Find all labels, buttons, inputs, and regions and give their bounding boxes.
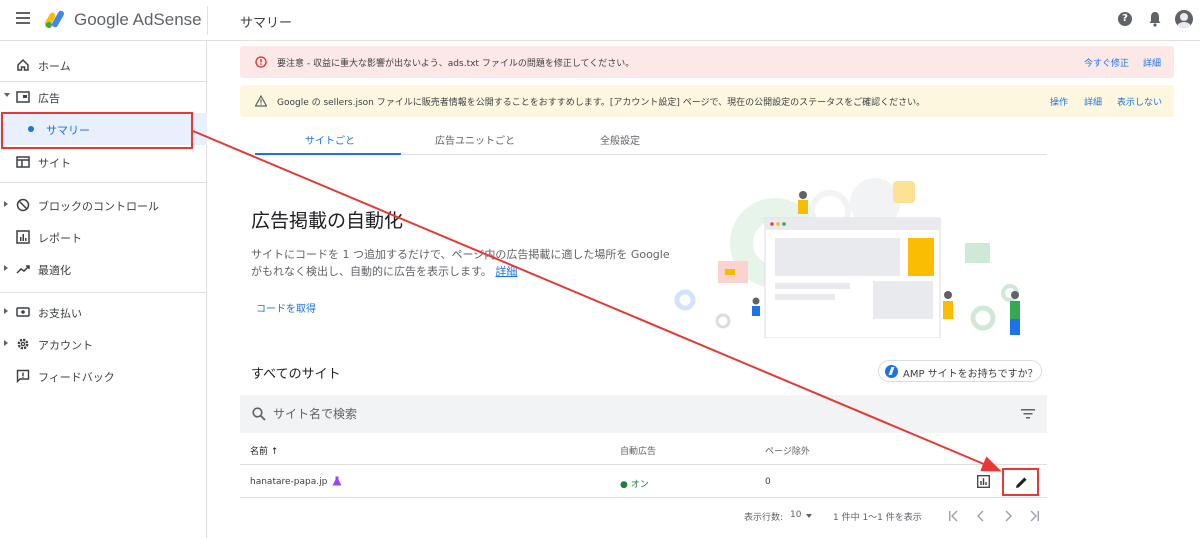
sidebar-item-feedback[interactable]: フィードバック — [0, 360, 207, 392]
learn-more-link[interactable]: 詳細 — [495, 265, 517, 278]
header-divider — [207, 6, 208, 35]
amp-chip-label: AMP サイトをお持ちですか？ — [903, 369, 1038, 380]
sidebar-item-ads[interactable]: 広告 — [0, 81, 207, 113]
sidebar-item-label: フィードバック — [38, 371, 115, 384]
annotation-highlight-summary — [1, 112, 193, 149]
auto-ads-illustration — [674, 178, 1020, 338]
edit-button-highlight[interactable] — [1002, 468, 1039, 496]
site-name-link[interactable]: hanatare-papa.jp — [250, 477, 327, 487]
adsense-logo-icon — [45, 10, 64, 28]
chevron-down-icon — [4, 93, 10, 97]
sidebar-item-home[interactable]: ホーム — [0, 49, 207, 81]
sidebar-item-label: サイト — [38, 157, 71, 170]
tab-by-site[interactable]: サイトごと — [305, 132, 355, 147]
first-page-icon[interactable] — [946, 508, 962, 524]
payment-icon — [16, 307, 30, 317]
help-icon[interactable]: ? — [1118, 12, 1132, 26]
alert-details-link[interactable]: 詳細 — [1084, 95, 1102, 108]
sellers-json-alert: Google の sellers.json ファイルに販売者情報を公開することを… — [240, 85, 1174, 117]
logo-text[interactable]: Google AdSense — [74, 10, 202, 30]
column-header-name[interactable]: 名前 ↑ — [250, 444, 278, 457]
tab-by-ad-unit[interactable]: 広告ユニットごと — [435, 132, 515, 147]
ads-icon — [16, 91, 30, 103]
search-input[interactable] — [273, 404, 873, 424]
page-title: サマリー — [240, 16, 293, 31]
chevron-right-icon — [4, 340, 8, 346]
sidebar-divider — [0, 182, 207, 183]
sidebar-item-optimize[interactable]: 最適化 — [0, 253, 207, 285]
error-icon — [255, 56, 267, 68]
report-icon — [16, 230, 30, 244]
alert-text: 要注意 - 収益に重大な影響が出ないよう、ads.txt ファイルの問題を修正し… — [277, 59, 635, 69]
sidebar-item-label: お支払い — [38, 307, 82, 320]
report-icon[interactable] — [977, 475, 990, 488]
auto-ads-status: ● オン — [620, 480, 649, 490]
sidebar-item-label: ブロックのコントロール — [38, 200, 159, 213]
get-code-button[interactable]: コードを取得 — [256, 300, 316, 315]
sidebar-item-block-controls[interactable]: ブロックのコントロール — [0, 189, 207, 221]
sidebar-item-label: アカウント — [38, 339, 93, 352]
flask-icon — [332, 476, 342, 486]
auto-ads-description: サイトにコードを 1 つ追加するだけで、ページ内の広告掲載に適した場所を Goo… — [251, 246, 671, 280]
feedback-icon — [16, 369, 30, 383]
all-sites-title: すべてのサイト — [251, 367, 341, 382]
alert-action-link[interactable]: 操作 — [1050, 95, 1068, 108]
sidebar-item-payments[interactable]: お支払い — [0, 296, 207, 328]
sidebar-item-label: 広告 — [38, 92, 60, 105]
column-header-auto-ads: 自動広告 — [620, 447, 657, 457]
chevron-right-icon — [4, 308, 8, 314]
alert-text: Google の sellers.json ファイルに販売者情報を公開することを… — [277, 98, 926, 108]
gear-icon — [17, 338, 29, 350]
last-page-icon[interactable] — [1026, 508, 1042, 524]
ads-txt-alert: 要注意 - 収益に重大な影響が出ないよう、ads.txt ファイルの問題を修正し… — [240, 46, 1174, 78]
page-range-text: 1 件中 1〜1 件を表示 — [833, 513, 922, 523]
edit-pencil-icon[interactable] — [1015, 476, 1028, 489]
bell-icon[interactable] — [1148, 11, 1162, 27]
sidebar-item-label: 最適化 — [38, 264, 71, 277]
column-header-excluded-pages: ページ除外 — [765, 447, 810, 457]
fix-now-link[interactable]: 今すぐ修正 — [1084, 56, 1129, 69]
table-row: hanatare-papa.jp ● オン 0 — [240, 465, 1047, 498]
block-icon — [16, 198, 30, 212]
rows-per-page-select[interactable]: 10 — [790, 510, 801, 520]
search-icon — [252, 407, 266, 421]
sidebar-item-sites[interactable]: サイト — [0, 146, 207, 178]
amp-sites-button[interactable]: AMP サイトをお持ちですか？ — [878, 360, 1042, 382]
sidebar-divider — [0, 292, 207, 293]
sidebar-item-label: ホーム — [38, 60, 71, 73]
chevron-right-icon — [4, 201, 8, 207]
alert-details-link[interactable]: 詳細 — [1143, 56, 1161, 69]
filter-icon[interactable] — [1021, 409, 1035, 419]
avatar[interactable] — [1175, 10, 1193, 28]
sidebar-item-account[interactable]: アカウント — [0, 328, 207, 360]
sidebar-item-reports[interactable]: レポート — [0, 221, 207, 253]
chevron-down-icon[interactable] — [806, 514, 812, 518]
trending-up-icon — [16, 265, 30, 274]
auto-ads-description-text: サイトにコードを 1 つ追加するだけで、ページ内の広告掲載に適した場所を Goo… — [251, 248, 670, 278]
warning-icon — [255, 95, 267, 107]
sites-table-header: 名前 ↑ 自動広告 ページ除外 — [240, 433, 1047, 465]
auto-ads-title: 広告掲載の自動化 — [251, 210, 404, 232]
home-icon — [17, 58, 29, 71]
active-tab-indicator — [255, 153, 401, 155]
dismiss-link[interactable]: 表示しない — [1117, 95, 1162, 108]
site-search-bar — [240, 395, 1047, 433]
sidebar-item-label: レポート — [38, 232, 82, 245]
next-page-icon[interactable] — [1000, 508, 1016, 524]
tab-global-settings[interactable]: 全般設定 — [600, 132, 640, 147]
pagination: 表示行数: 10 1 件中 1〜1 件を表示 — [740, 508, 1050, 526]
amp-icon — [885, 365, 898, 378]
tab-bar: サイトごと 広告ユニットごと 全般設定 — [255, 122, 1047, 155]
chevron-right-icon — [4, 265, 8, 271]
sites-icon — [16, 156, 30, 168]
rows-per-page-label: 表示行数: — [744, 513, 784, 523]
prev-page-icon[interactable] — [973, 508, 989, 524]
excluded-pages-count: 0 — [765, 477, 771, 487]
menu-icon[interactable] — [16, 12, 30, 24]
app-header: Google AdSense サマリー ? — [0, 0, 1200, 41]
